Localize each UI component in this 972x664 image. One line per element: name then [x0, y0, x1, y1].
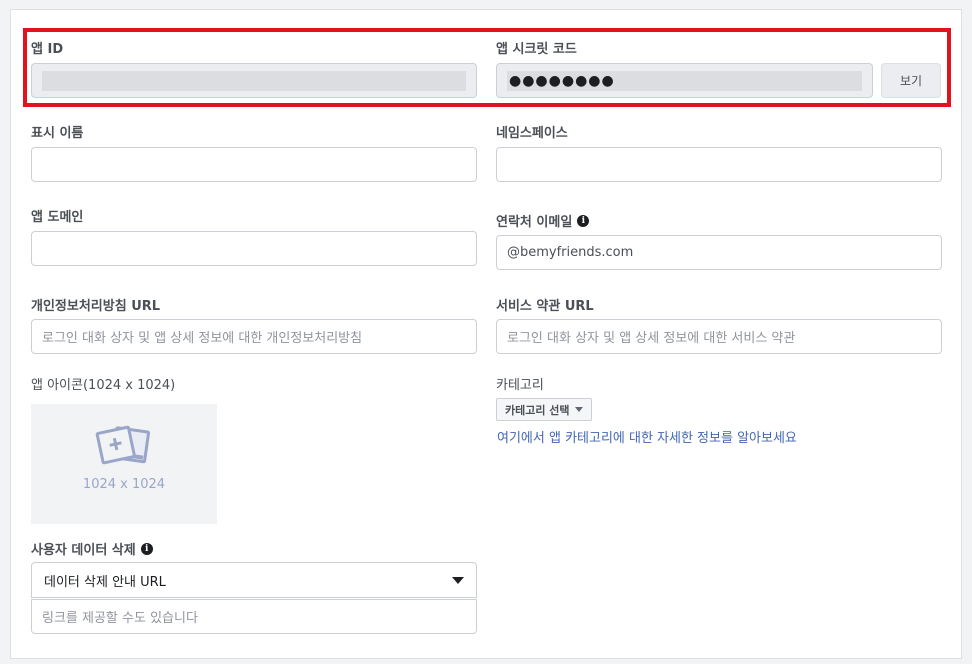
- caret-down-icon: [574, 407, 583, 412]
- app-icon-upload[interactable]: 1024 x 1024: [31, 404, 217, 524]
- image-placeholder-icon: [95, 425, 151, 465]
- dropdown-arrow-icon: [452, 576, 464, 584]
- contact-email-input[interactable]: @bemyfriends.com: [496, 235, 942, 270]
- privacy-url-input[interactable]: 로그인 대화 상자 및 앱 상세 정보에 대한 개인정보처리방침: [31, 319, 477, 354]
- contact-email-label-text: 연락처 이메일: [496, 215, 573, 230]
- contact-email-label: 연락처 이메일 i: [496, 211, 590, 230]
- basic-settings-card: 앱 ID 앱 시크릿 코드 ●●●●●●●● 보기 표시 이름 네임스페이스 앱…: [10, 9, 962, 659]
- terms-url-placeholder: 로그인 대화 상자 및 앱 상세 정보에 대한 서비스 약관: [507, 331, 796, 346]
- app-icon-label: 앱 아이콘(1024 x 1024): [31, 378, 176, 393]
- data-deletion-label: 사용자 데이터 삭제 i: [31, 539, 153, 558]
- data-deletion-type-select[interactable]: 데이터 삭제 안내 URL: [31, 562, 477, 598]
- app-icon-size-caption: 1024 x 1024: [82, 477, 166, 492]
- display-name-label: 표시 이름: [31, 126, 84, 141]
- terms-url-label: 서비스 약관 URL: [496, 299, 594, 314]
- display-name-input[interactable]: [31, 147, 477, 182]
- data-deletion-label-text: 사용자 데이터 삭제: [31, 543, 136, 558]
- info-icon[interactable]: i: [577, 214, 590, 227]
- privacy-url-placeholder: 로그인 대화 상자 및 앱 상세 정보에 대한 개인정보처리방침: [42, 331, 363, 346]
- category-help-link[interactable]: 여기에서 앱 카테고리에 대한 자세한 정보를 알아보세요: [497, 427, 797, 446]
- category-select-button[interactable]: 카테고리 선택: [496, 398, 592, 421]
- namespace-input[interactable]: [496, 147, 942, 182]
- category-select-label: 카테고리 선택: [505, 403, 570, 417]
- data-deletion-url-input[interactable]: 링크를 제공할 수도 있습니다: [31, 599, 477, 634]
- app-id-field[interactable]: [31, 63, 477, 98]
- view-secret-button[interactable]: 보기: [881, 63, 941, 98]
- app-secret-value: ●●●●●●●●: [507, 70, 862, 91]
- app-id-value-redacted: [42, 70, 466, 91]
- app-secret-field[interactable]: ●●●●●●●●: [496, 63, 873, 98]
- privacy-url-label: 개인정보처리방침 URL: [31, 299, 161, 314]
- data-deletion-url-placeholder: 링크를 제공할 수도 있습니다: [42, 611, 198, 626]
- namespace-label: 네임스페이스: [496, 126, 568, 141]
- info-icon[interactable]: i: [140, 542, 153, 555]
- app-domain-label: 앱 도메인: [31, 210, 84, 225]
- data-deletion-selected: 데이터 삭제 안내 URL: [44, 574, 166, 590]
- terms-url-input[interactable]: 로그인 대화 상자 및 앱 상세 정보에 대한 서비스 약관: [496, 319, 942, 354]
- category-label: 카테고리: [496, 378, 544, 393]
- app-domain-input[interactable]: [31, 231, 477, 266]
- app-secret-label: 앱 시크릿 코드: [496, 42, 577, 57]
- app-id-label: 앱 ID: [31, 42, 64, 57]
